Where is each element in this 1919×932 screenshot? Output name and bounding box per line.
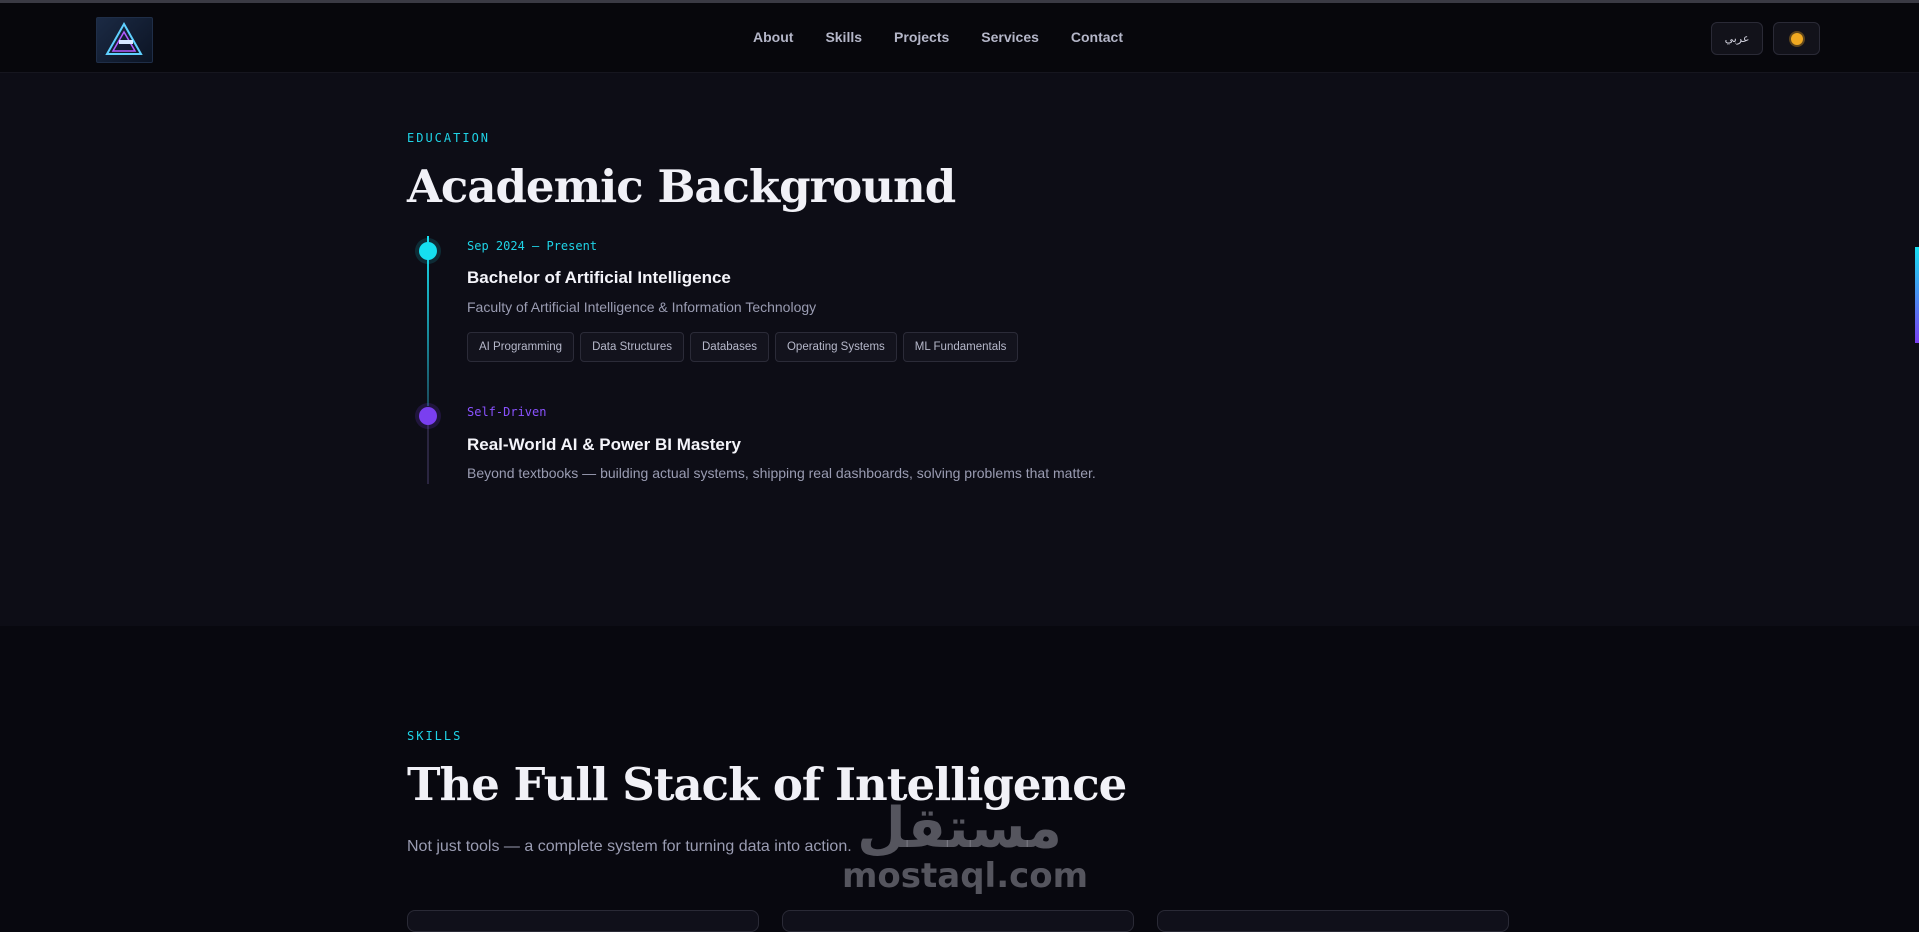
education-title: Academic Background (407, 160, 956, 213)
watermark-latin: mostaql.com (842, 856, 1089, 896)
watermark: مستقل mostaql.com (842, 796, 1089, 896)
course-tag: ML Fundamentals (902, 332, 1019, 362)
skills-eyebrow: SKILLS (407, 729, 463, 743)
skill-card[interactable] (1157, 910, 1509, 932)
self-learning-title: Real-World AI & Power BI Mastery (467, 435, 741, 454)
nav-link-services[interactable]: Services (981, 29, 1039, 45)
nav-link-contact[interactable]: Contact (1071, 29, 1123, 45)
timeline-date: Self-Driven (467, 405, 547, 419)
watermark-arabic: مستقل (857, 796, 1062, 861)
course-tag: AI Programming (467, 332, 575, 362)
skill-card[interactable] (782, 910, 1134, 932)
self-learning-description: Beyond textbooks — building actual syste… (467, 465, 1096, 481)
faculty-name: Faculty of Artificial Intelligence & Inf… (467, 299, 817, 315)
course-tag: Databases (690, 332, 769, 362)
timeline-date: Sep 2024 — Present (467, 239, 598, 253)
skills-subtitle: Not just tools — a complete system for t… (407, 838, 852, 855)
course-tag: Data Structures (580, 332, 684, 362)
site-logo[interactable] (96, 17, 153, 63)
theme-toggle-button[interactable] (1773, 22, 1820, 55)
nav-link-about[interactable]: About (753, 29, 793, 45)
nav-link-projects[interactable]: Projects (894, 29, 949, 45)
course-tag: Operating Systems (774, 332, 897, 362)
timeline-dot-current (419, 242, 437, 260)
nav-link-skills[interactable]: Skills (825, 29, 862, 45)
sun-icon (1790, 32, 1803, 45)
timeline-dot-self-driven (419, 407, 437, 425)
language-toggle-button[interactable]: عربي (1711, 22, 1763, 55)
skill-card[interactable] (407, 910, 759, 932)
top-navbar: About Skills Projects Services Contact ع… (0, 3, 1919, 73)
timeline-line (427, 236, 429, 406)
education-eyebrow: EDUCATION (407, 131, 491, 145)
degree-title: Bachelor of Artificial Intelligence (467, 268, 731, 287)
scroll-progress-indicator (1915, 247, 1919, 343)
course-tags: AI Programming Data Structures Databases… (467, 332, 1019, 362)
nav-links: About Skills Projects Services Contact (753, 29, 1155, 45)
